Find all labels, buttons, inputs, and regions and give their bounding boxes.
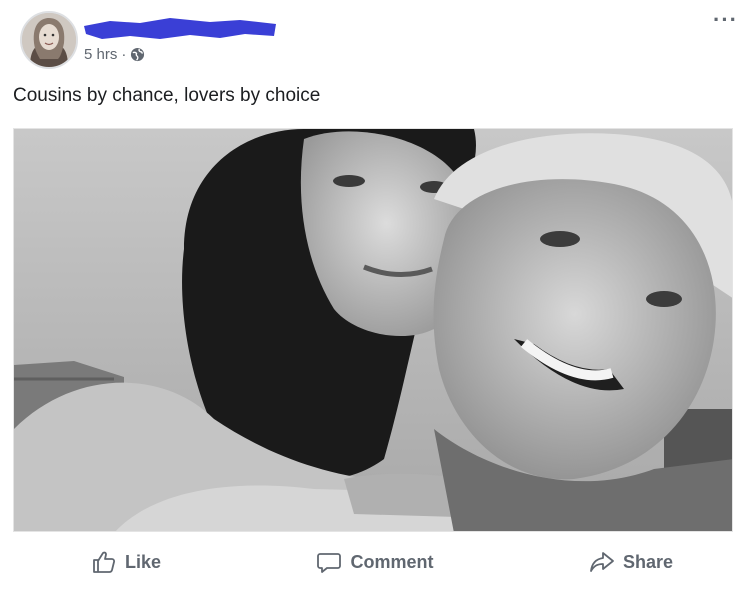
like-button[interactable]: Like: [91, 549, 161, 575]
post-header: 5 hrs · ···: [14, 8, 737, 72]
post-photo[interactable]: [13, 128, 733, 532]
share-icon: [590, 552, 614, 572]
avatar[interactable]: [20, 11, 78, 69]
more-options-icon[interactable]: ···: [713, 9, 738, 31]
comment-label: Comment: [350, 551, 434, 572]
comment-icon: [317, 553, 342, 573]
post-actions: Like Comment Share: [13, 540, 733, 584]
share-button[interactable]: Share: [589, 549, 673, 575]
globe-icon: [131, 47, 145, 62]
timestamp[interactable]: 5 hrs: [84, 46, 117, 63]
meta-separator: ·: [121, 46, 127, 63]
facebook-post: 5 hrs · ··· Cousins by chance, lovers by…: [0, 0, 748, 591]
share-label: Share: [622, 551, 673, 572]
thumbs-up-icon: [93, 551, 116, 573]
post-caption: Cousins by chance, lovers by choice: [13, 85, 321, 106]
post-meta: 5 hrs ·: [84, 46, 145, 63]
comment-button[interactable]: Comment: [316, 549, 434, 575]
redacted-name: [84, 18, 276, 39]
like-label: Like: [125, 551, 162, 572]
